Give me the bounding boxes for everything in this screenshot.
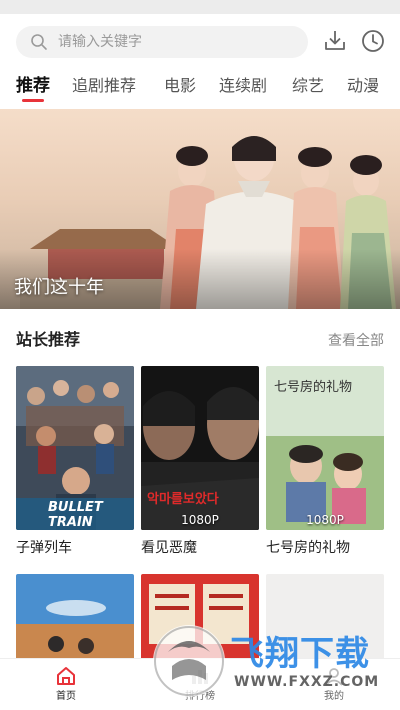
active-tab-indicator — [22, 99, 44, 102]
tab-drama-picks[interactable]: 追剧推荐 — [72, 74, 136, 98]
movie-card[interactable]: BULLET TRAIN 子弹列车 — [16, 366, 134, 557]
watermark-brand: 飞翔下载 — [230, 634, 370, 674]
movie-poster: 악마를보았다 1080P — [141, 366, 259, 530]
movie-card[interactable]: 악마를보았다 1080P 看见恶魔 — [141, 366, 259, 557]
watermark-logo-icon — [153, 625, 225, 697]
poster-title-text: 악마를보았다 — [147, 492, 219, 507]
tab-recommend[interactable]: 推荐 — [16, 74, 50, 98]
movie-poster: 七号房的礼物 1080P — [266, 366, 384, 530]
download-icon[interactable] — [322, 28, 348, 54]
search-icon — [31, 34, 47, 50]
movie-title: 看见恶魔 — [141, 540, 197, 556]
view-all-link[interactable]: 查看全部 — [328, 330, 384, 352]
section-title: 站长推荐 — [16, 330, 81, 349]
banner-caption: 我们这十年 — [14, 277, 104, 298]
movie-poster — [16, 574, 134, 664]
category-tabs: 推荐 追剧推荐 电影 连续剧 综艺 动漫 — [0, 70, 400, 106]
watermark-url: WWW.FXXZ.COM — [234, 674, 380, 690]
quality-badge: 1080P — [306, 513, 344, 527]
movie-title: 七号房的礼物 — [266, 540, 350, 556]
history-clock-icon[interactable] — [360, 28, 386, 54]
movie-card-partial[interactable] — [16, 574, 134, 664]
poster-title-text: 七号房的礼物 — [274, 380, 353, 395]
tab-movies[interactable]: 电影 — [164, 74, 196, 98]
tabbar-label: 首页 — [56, 691, 76, 702]
carousel-dots — [350, 297, 384, 309]
hero-banner[interactable]: 我们这十年 — [0, 109, 400, 309]
movie-card[interactable]: 七号房的礼物 1080P 七号房的礼物 — [266, 366, 384, 557]
site-watermark: 飞翔下载 WWW.FXXZ.COM — [150, 622, 400, 710]
tabbar-home[interactable]: 首页 — [36, 665, 96, 703]
movie-poster: BULLET TRAIN — [16, 366, 134, 530]
tab-anime[interactable]: 动漫 — [347, 74, 379, 98]
search-input[interactable]: 请输入关键字 — [16, 26, 308, 58]
status-bar — [0, 0, 400, 14]
home-icon — [57, 667, 75, 685]
search-placeholder: 请输入关键字 — [58, 34, 142, 50]
movie-title: 子弹列车 — [16, 540, 72, 556]
top-bar: 请输入关键字 — [0, 22, 400, 62]
quality-badge: 1080P — [181, 513, 219, 527]
tab-variety[interactable]: 综艺 — [292, 74, 324, 98]
section-header: 站长推荐 查看全部 — [0, 328, 400, 354]
tab-series[interactable]: 连续剧 — [219, 74, 267, 98]
poster-title-text: BULLET TRAIN — [48, 500, 103, 530]
